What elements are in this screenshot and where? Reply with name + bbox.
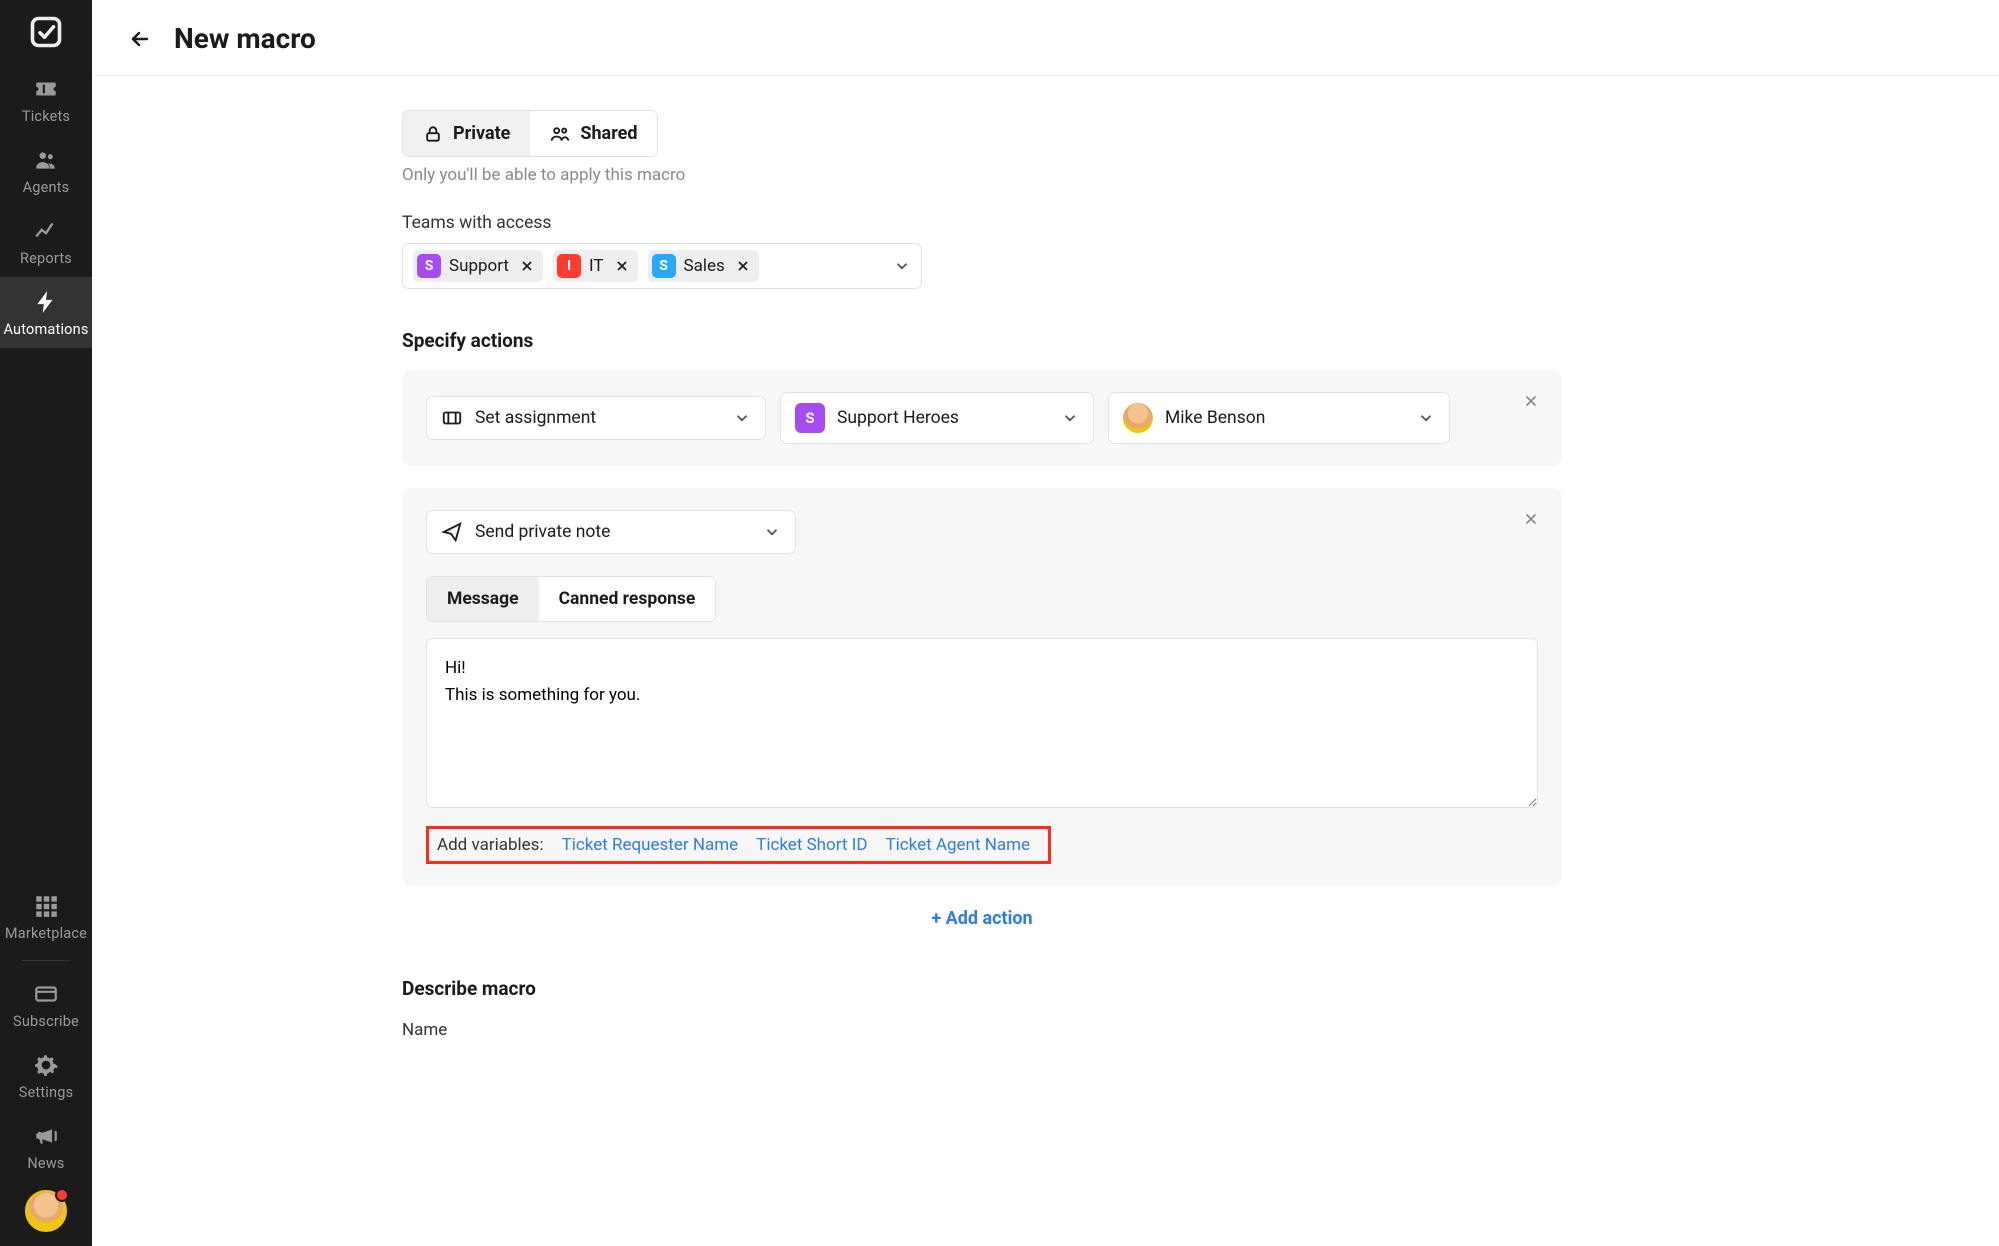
users-icon bbox=[33, 147, 59, 173]
sidebar-item-label: Marketplace bbox=[5, 925, 87, 942]
specify-actions-title: Specify actions bbox=[402, 329, 1562, 352]
action-card-assignment: Set assignment S Support Heroes bbox=[402, 370, 1562, 466]
megaphone-icon bbox=[33, 1123, 59, 1149]
sidebar-item-label: Subscribe bbox=[13, 1013, 79, 1030]
remove-chip-icon[interactable] bbox=[519, 258, 535, 274]
sidebar-item-subscribe[interactable]: Subscribe bbox=[13, 969, 79, 1040]
team-chip-sales: S Sales bbox=[648, 250, 759, 282]
sidebar-item-label: Settings bbox=[19, 1084, 74, 1101]
remove-action-icon[interactable] bbox=[1522, 510, 1540, 528]
chevron-down-icon[interactable] bbox=[893, 257, 911, 275]
visibility-option-label: Shared bbox=[580, 123, 637, 144]
action-type-label: Set assignment bbox=[475, 408, 596, 428]
back-arrow-icon[interactable] bbox=[128, 27, 152, 51]
page-title: New macro bbox=[174, 22, 316, 55]
chevron-down-icon bbox=[1061, 409, 1079, 427]
shared-icon bbox=[550, 124, 570, 144]
sidebar-item-tickets[interactable]: Tickets bbox=[0, 64, 92, 135]
action-card-note: Send private note Message Canned respons… bbox=[402, 488, 1562, 886]
add-variables-label: Add variables: bbox=[437, 835, 544, 855]
team-badge-icon: S bbox=[417, 254, 441, 278]
action-type-select[interactable]: Set assignment bbox=[426, 396, 766, 440]
sidebar-item-agents[interactable]: Agents bbox=[0, 135, 92, 206]
team-select[interactable]: S Support Heroes bbox=[780, 392, 1094, 444]
team-chip-label: Support bbox=[449, 256, 509, 276]
sidebar-item-settings[interactable]: Settings bbox=[19, 1040, 74, 1111]
app-logo bbox=[28, 14, 64, 50]
sidebar-item-label: Reports bbox=[20, 250, 72, 267]
sidebar-item-automations[interactable]: Automations bbox=[0, 277, 92, 348]
variable-link[interactable]: Ticket Agent Name bbox=[885, 835, 1030, 855]
chevron-down-icon bbox=[733, 409, 751, 427]
variable-link[interactable]: Ticket Requester Name bbox=[562, 835, 739, 855]
sidebar-item-news[interactable]: News bbox=[27, 1111, 64, 1182]
tab-canned[interactable]: Canned response bbox=[539, 577, 716, 621]
page-header: New macro bbox=[92, 0, 1999, 76]
team-badge-icon: S bbox=[652, 254, 676, 278]
card-icon bbox=[33, 981, 59, 1007]
message-textarea[interactable] bbox=[426, 638, 1538, 808]
ticket-icon bbox=[33, 76, 59, 102]
visibility-hint: Only you'll be able to apply this macro bbox=[402, 165, 1562, 185]
visibility-toggle: Private Shared bbox=[402, 110, 658, 157]
action-type-label: Send private note bbox=[475, 522, 610, 542]
sidebar-item-label: Tickets bbox=[22, 108, 70, 125]
add-action-button[interactable]: + Add action bbox=[402, 908, 1562, 929]
sidebar-item-label: Automations bbox=[3, 321, 88, 338]
team-badge-icon: S bbox=[795, 403, 825, 433]
gear-icon bbox=[33, 1052, 59, 1078]
send-icon bbox=[441, 521, 463, 543]
team-chip-label: Sales bbox=[684, 256, 725, 276]
assignment-icon bbox=[441, 407, 463, 429]
remove-chip-icon[interactable] bbox=[614, 258, 630, 274]
remove-action-icon[interactable] bbox=[1522, 392, 1540, 410]
tab-message[interactable]: Message bbox=[427, 577, 539, 621]
grid-icon bbox=[33, 893, 59, 919]
sidebar-item-marketplace[interactable]: Marketplace bbox=[5, 881, 87, 952]
lock-icon bbox=[423, 124, 443, 144]
agent-select-label: Mike Benson bbox=[1165, 408, 1265, 428]
sidebar-item-reports[interactable]: Reports bbox=[0, 206, 92, 277]
add-variables-row: Add variables: Ticket Requester Name Tic… bbox=[426, 826, 1051, 864]
message-source-toggle: Message Canned response bbox=[426, 576, 716, 622]
visibility-private-button[interactable]: Private bbox=[403, 111, 530, 156]
agent-select[interactable]: Mike Benson bbox=[1108, 392, 1450, 444]
team-chip-label: IT bbox=[589, 256, 604, 276]
action-type-select-note[interactable]: Send private note bbox=[426, 510, 796, 554]
user-avatar[interactable] bbox=[25, 1190, 67, 1232]
visibility-shared-button[interactable]: Shared bbox=[530, 111, 657, 156]
chevron-down-icon bbox=[1417, 409, 1435, 427]
agent-avatar-icon bbox=[1123, 403, 1153, 433]
chevron-down-icon bbox=[763, 523, 781, 541]
visibility-option-label: Private bbox=[453, 123, 510, 144]
notification-dot-icon bbox=[55, 1188, 69, 1202]
teams-multiselect[interactable]: S Support I IT bbox=[402, 243, 922, 289]
sidebar-item-label: Agents bbox=[23, 179, 70, 196]
describe-macro-title: Describe macro bbox=[402, 977, 1562, 1000]
team-chip-it: I IT bbox=[553, 250, 638, 282]
teams-label: Teams with access bbox=[402, 213, 1562, 233]
sidebar-item-label: News bbox=[27, 1155, 64, 1172]
bolt-icon bbox=[33, 289, 59, 315]
sidebar: Tickets Agents Reports Automations bbox=[0, 0, 92, 1246]
remove-chip-icon[interactable] bbox=[735, 258, 751, 274]
main-content: New macro Private Shared bbox=[92, 0, 1999, 1246]
team-badge-icon: I bbox=[557, 254, 581, 278]
chart-line-icon bbox=[33, 218, 59, 244]
team-select-label: Support Heroes bbox=[837, 408, 959, 428]
team-chip-support: S Support bbox=[413, 250, 543, 282]
name-field-label: Name bbox=[402, 1020, 1562, 1040]
variable-link[interactable]: Ticket Short ID bbox=[756, 835, 867, 855]
